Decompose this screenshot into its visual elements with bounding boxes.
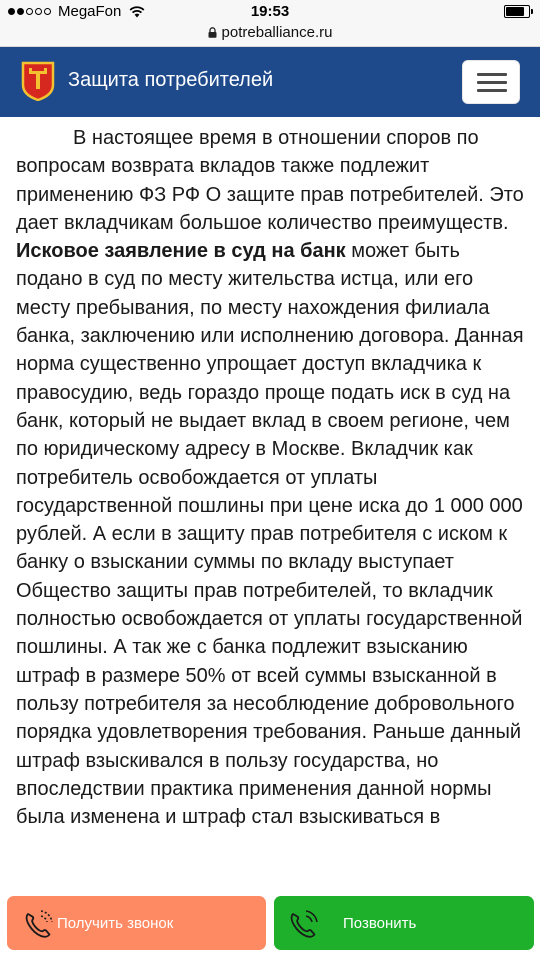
article-text-main: может быть подано в суд по месту жительс… <box>16 240 524 829</box>
site-header: Защита потребителей <box>0 47 540 117</box>
article-paragraph: В настоящее время в отношении споров по … <box>16 124 526 831</box>
lock-icon <box>208 27 217 38</box>
phone-ringing-icon <box>25 910 53 938</box>
article-body: В настоящее время в отношении споров по … <box>16 124 526 831</box>
hamburger-menu-icon <box>477 73 507 76</box>
url-text: potreballiance.ru <box>221 24 333 41</box>
site-title[interactable]: Защита потребителей <box>68 69 273 92</box>
request-callback-button[interactable]: Получить звонок <box>7 896 266 950</box>
status-time: 19:53 <box>250 3 290 20</box>
article-text-intro: В настоящее время в отношении споров по … <box>16 127 524 234</box>
article-bold-link: Исковое заявление в суд на банк <box>16 240 346 263</box>
battery-level <box>506 7 524 16</box>
battery-icon <box>504 5 533 18</box>
call-now-button[interactable]: Позвонить <box>274 896 534 950</box>
address-bar[interactable]: potreballiance.ru <box>0 22 540 47</box>
status-bar: MegaFon 19:53 <box>0 0 540 22</box>
hamburger-menu-icon-bottom <box>477 89 507 92</box>
menu-button[interactable] <box>462 60 520 104</box>
call-now-label: Позвонить <box>343 915 417 932</box>
request-callback-label: Получить звонок <box>57 915 174 932</box>
coat-of-arms-icon[interactable] <box>21 61 55 101</box>
bottom-call-bar: Получить звонок Позвонить <box>0 893 540 959</box>
phone-ringing-icon <box>290 910 318 938</box>
hamburger-menu-icon-middle <box>477 81 507 84</box>
